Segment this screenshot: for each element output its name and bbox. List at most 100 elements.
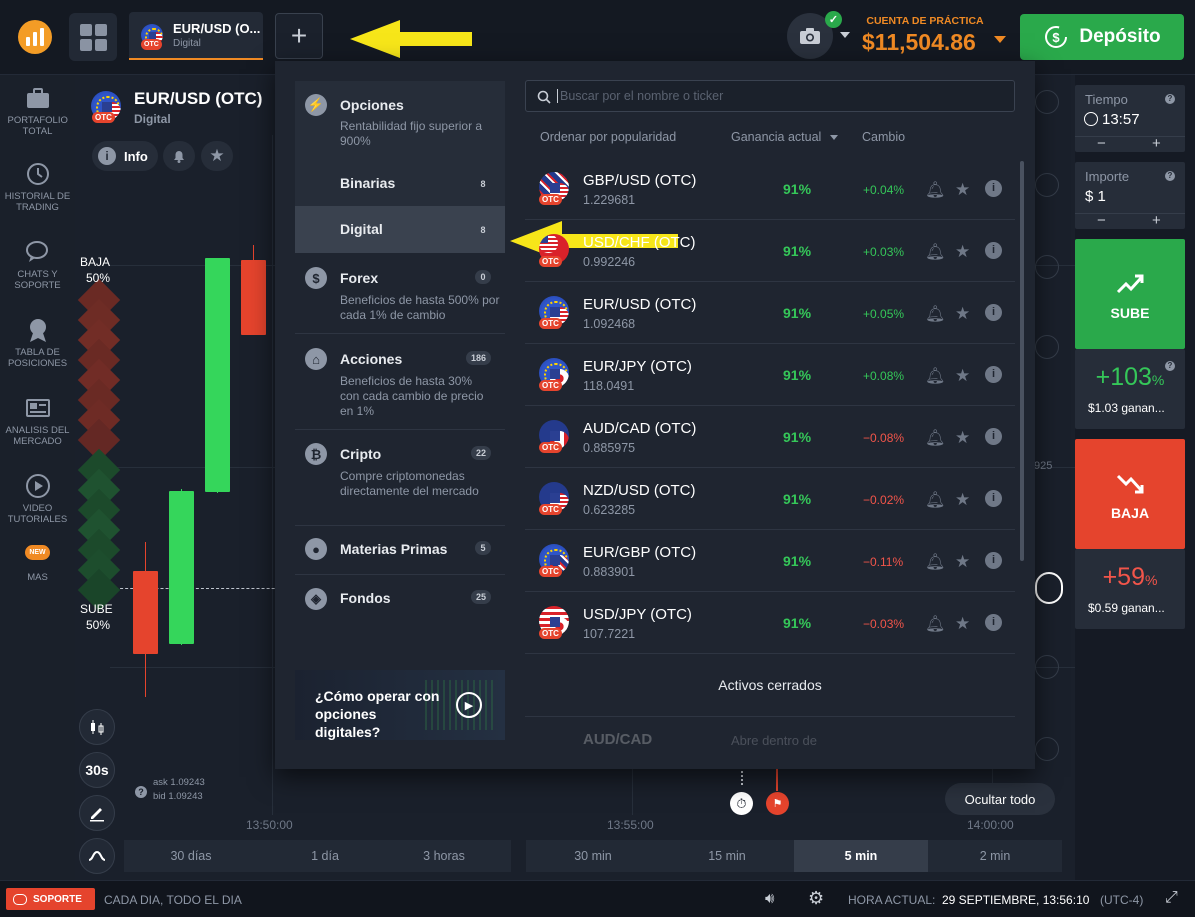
bell-icon[interactable]: 🔔︎: [925, 180, 945, 199]
category-binarias[interactable]: Binarias 8: [295, 161, 505, 207]
bell-icon[interactable]: 🔔︎: [925, 490, 945, 509]
info-icon[interactable]: i: [985, 180, 1002, 197]
help-icon[interactable]: ?: [1165, 171, 1175, 181]
scale-button[interactable]: [1035, 737, 1059, 761]
asset-row[interactable]: OTC NZD/USD (OTC) 0.623285 91% −0.02% 🔔︎…: [525, 468, 1015, 530]
amount-minus-button[interactable]: −: [1097, 212, 1106, 229]
sort-header[interactable]: Ordenar por popularidad: [540, 130, 676, 144]
category-materias[interactable]: ● Materias Primas 5: [295, 526, 505, 575]
chart-type-button[interactable]: [79, 709, 115, 745]
category-acciones[interactable]: ⌂ Acciones 186 Beneficios de hasta 30% c…: [295, 334, 505, 430]
logo-icon[interactable]: [18, 20, 52, 54]
draw-tool-button[interactable]: [79, 795, 115, 831]
balance-dropdown-icon[interactable]: [994, 36, 1006, 43]
search-input[interactable]: Buscar por el nombre o ticker: [525, 80, 1015, 112]
asset-tab[interactable]: OTC EUR/USD (O... Digital: [129, 12, 263, 60]
payout-header[interactable]: Ganancia actual: [731, 130, 821, 144]
expiry-button[interactable]: 30s: [79, 752, 115, 788]
category-digital[interactable]: Digital 8: [295, 206, 505, 253]
bell-icon[interactable]: 🔔︎: [925, 304, 945, 323]
amount-box[interactable]: Importe ? $ 1 − +: [1075, 162, 1185, 229]
star-icon[interactable]: ★: [955, 614, 972, 633]
category-cripto[interactable]: ₿ Cripto 22 Compre criptomonedas directa…: [295, 430, 505, 526]
time-box[interactable]: Tiempo ? 13:57 − +: [1075, 85, 1185, 152]
scale-button[interactable]: [1035, 655, 1059, 679]
support-button[interactable]: SOPORTE: [6, 888, 95, 910]
timeframe-30m[interactable]: 30 min: [526, 840, 660, 872]
fullscreen-icon[interactable]: ⤢: [1165, 889, 1178, 907]
star-icon[interactable]: ★: [955, 242, 972, 261]
scale-button[interactable]: [1035, 335, 1059, 359]
grid-menu-button[interactable]: [69, 13, 117, 61]
info-icon[interactable]: i: [985, 428, 1002, 445]
indicators-button[interactable]: [79, 838, 115, 874]
asset-row[interactable]: OTC EUR/USD (OTC) 1.092468 91% +0.05% 🔔︎…: [525, 282, 1015, 344]
timeframe-30d[interactable]: 30 días: [124, 840, 258, 872]
star-icon[interactable]: ★: [955, 180, 972, 199]
asset-row[interactable]: OTC USD/CHF (OTC) 0.992246 91% +0.03% 🔔︎…: [525, 220, 1015, 282]
scrollbar[interactable]: [1020, 161, 1024, 561]
star-icon[interactable]: ★: [955, 304, 972, 323]
balance[interactable]: $11,504.86: [862, 29, 976, 56]
asset-row[interactable]: OTC AUD/CAD (OTC) 0.885975 91% −0.08% 🔔︎…: [525, 406, 1015, 468]
asset-row[interactable]: OTC EUR/GBP (OTC) 0.883901 91% −0.11% 🔔︎…: [525, 530, 1015, 592]
change-header[interactable]: Cambio: [862, 130, 905, 144]
deposit-button[interactable]: $ Depósito: [1020, 14, 1184, 60]
category-fondos[interactable]: ◈ Fondos 25: [295, 575, 505, 625]
time-minus-button[interactable]: −: [1097, 135, 1106, 152]
star-icon[interactable]: ★: [955, 490, 972, 509]
buy-down-button[interactable]: BAJA: [1075, 439, 1185, 549]
timeframe-15m[interactable]: 15 min: [660, 840, 794, 872]
amount-plus-button[interactable]: +: [1152, 212, 1161, 229]
closed-asset-row[interactable]: AUD/CAD Abre dentro de: [525, 723, 1015, 763]
info-icon[interactable]: i: [985, 242, 1002, 259]
favorite-button[interactable]: ★: [201, 141, 233, 171]
scale-button[interactable]: [1035, 90, 1059, 114]
bell-icon[interactable]: 🔔︎: [925, 552, 945, 571]
category-options[interactable]: ⚡ Opciones Rentabilidad fijo superior a …: [295, 81, 505, 161]
sidebar-item-history[interactable]: HISTORIAL DE TRADING: [0, 161, 75, 213]
settings-icon[interactable]: ⚙: [808, 888, 824, 909]
asset-title[interactable]: EUR/USD (OTC): [134, 89, 262, 109]
asset-row[interactable]: OTC GBP/USD (OTC) 1.229681 91% +0.04% 🔔︎…: [525, 158, 1015, 220]
timeframe-3h[interactable]: 3 horas: [377, 840, 511, 872]
volume-icon[interactable]: 🔊︎: [765, 890, 774, 907]
promo-video[interactable]: ¿Cómo operar con opciones digitales? ▶: [295, 670, 505, 740]
time-plus-button[interactable]: +: [1152, 135, 1161, 152]
bell-icon[interactable]: 🔔︎: [925, 366, 945, 385]
info-icon[interactable]: i: [985, 614, 1002, 631]
hide-all-button[interactable]: Ocultar todo: [945, 783, 1055, 815]
info-button[interactable]: i Info: [92, 141, 158, 171]
bell-icon[interactable]: 🔔︎: [925, 242, 945, 261]
info-icon[interactable]: i: [985, 552, 1002, 569]
timeframe-2m[interactable]: 2 min: [928, 840, 1062, 872]
info-icon[interactable]: i: [985, 366, 1002, 383]
scale-button[interactable]: [1035, 173, 1059, 197]
star-icon[interactable]: ★: [955, 552, 972, 571]
sidebar-item-chat[interactable]: CHATS Y SOPORTE: [0, 239, 75, 291]
help-icon[interactable]: ?: [135, 786, 147, 798]
bell-icon[interactable]: 🔔︎: [925, 614, 945, 633]
star-icon[interactable]: ★: [955, 366, 972, 385]
timeframe-1d[interactable]: 1 día: [258, 840, 392, 872]
sidebar-item-analysis[interactable]: ANALISIS DEL MERCADO: [0, 395, 75, 447]
info-icon[interactable]: i: [985, 490, 1002, 507]
star-icon[interactable]: ★: [955, 428, 972, 447]
timeframe-5m[interactable]: 5 min: [794, 840, 928, 872]
add-tab-button[interactable]: +: [275, 13, 323, 59]
category-forex[interactable]: $ Forex 0 Beneficios de hasta 500% por c…: [295, 253, 505, 334]
help-icon[interactable]: ?: [1165, 94, 1175, 104]
asset-row[interactable]: OTC EUR/JPY (OTC) 118.0491 91% +0.08% 🔔︎…: [525, 344, 1015, 406]
bell-icon[interactable]: 🔔︎: [925, 428, 945, 447]
camera-dropdown-icon[interactable]: [840, 32, 850, 38]
asset-row[interactable]: OTC USD/JPY (OTC) 107.7221 91% −0.03% 🔔︎…: [525, 592, 1015, 654]
buy-up-button[interactable]: SUBE: [1075, 239, 1185, 349]
info-icon[interactable]: i: [985, 304, 1002, 321]
sidebar-item-more[interactable]: NEW MAS: [0, 545, 75, 583]
sidebar-item-leaderboard[interactable]: TABLA DE POSICIONES: [0, 317, 75, 369]
scale-button[interactable]: [1035, 255, 1059, 279]
scale-button[interactable]: [1035, 572, 1063, 604]
sidebar-item-portfolio[interactable]: PORTAFOLIO TOTAL: [0, 85, 75, 137]
alert-button[interactable]: [163, 141, 195, 171]
sidebar-item-videos[interactable]: VIDEO TUTORIALES: [0, 473, 75, 525]
